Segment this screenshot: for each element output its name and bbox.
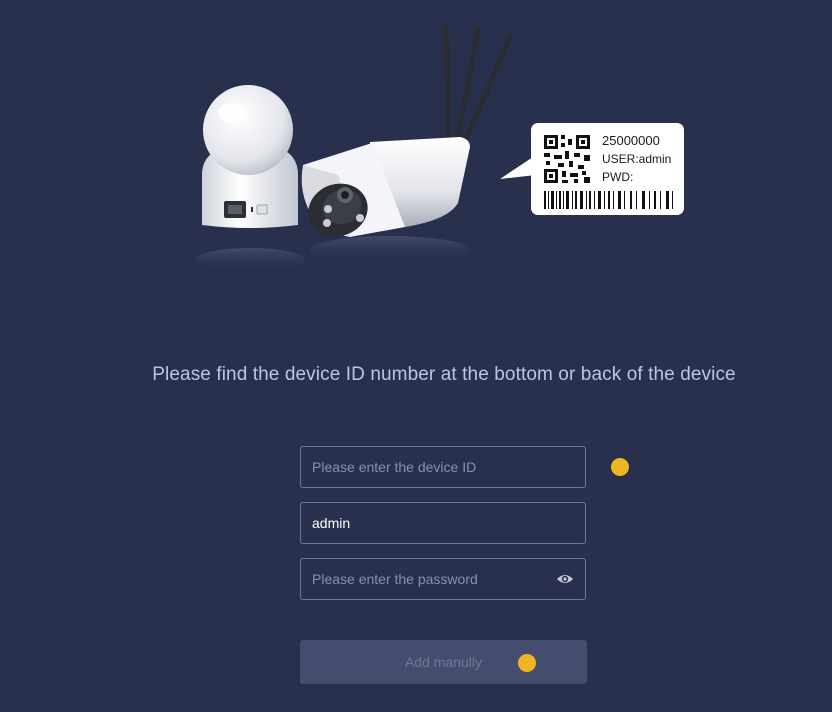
label-user: USER:admin xyxy=(602,152,671,166)
highlight-marker-dot xyxy=(611,458,629,476)
device-id-field[interactable] xyxy=(300,446,586,488)
username-field[interactable] xyxy=(300,502,586,544)
add-manually-label: Add manully xyxy=(404,654,483,670)
device-label-bubble: 25000000 USER:admin PWD: xyxy=(500,123,684,215)
dome-camera xyxy=(195,85,305,272)
add-manually-button[interactable]: Add manully xyxy=(300,640,587,684)
instruction-text: Please find the device ID number at the … xyxy=(152,364,736,385)
device-id-input[interactable] xyxy=(301,447,585,487)
highlight-marker-dot xyxy=(518,654,536,672)
username-input[interactable] xyxy=(301,503,585,543)
device-illustration: 25000000 USER:admin PWD: xyxy=(195,22,684,272)
eye-icon[interactable] xyxy=(556,572,574,586)
password-field[interactable] xyxy=(300,558,586,600)
bullet-camera xyxy=(301,22,513,264)
label-pwd: PWD: xyxy=(602,170,633,184)
label-device-id: 25000000 xyxy=(602,133,660,148)
password-input[interactable] xyxy=(301,559,585,599)
